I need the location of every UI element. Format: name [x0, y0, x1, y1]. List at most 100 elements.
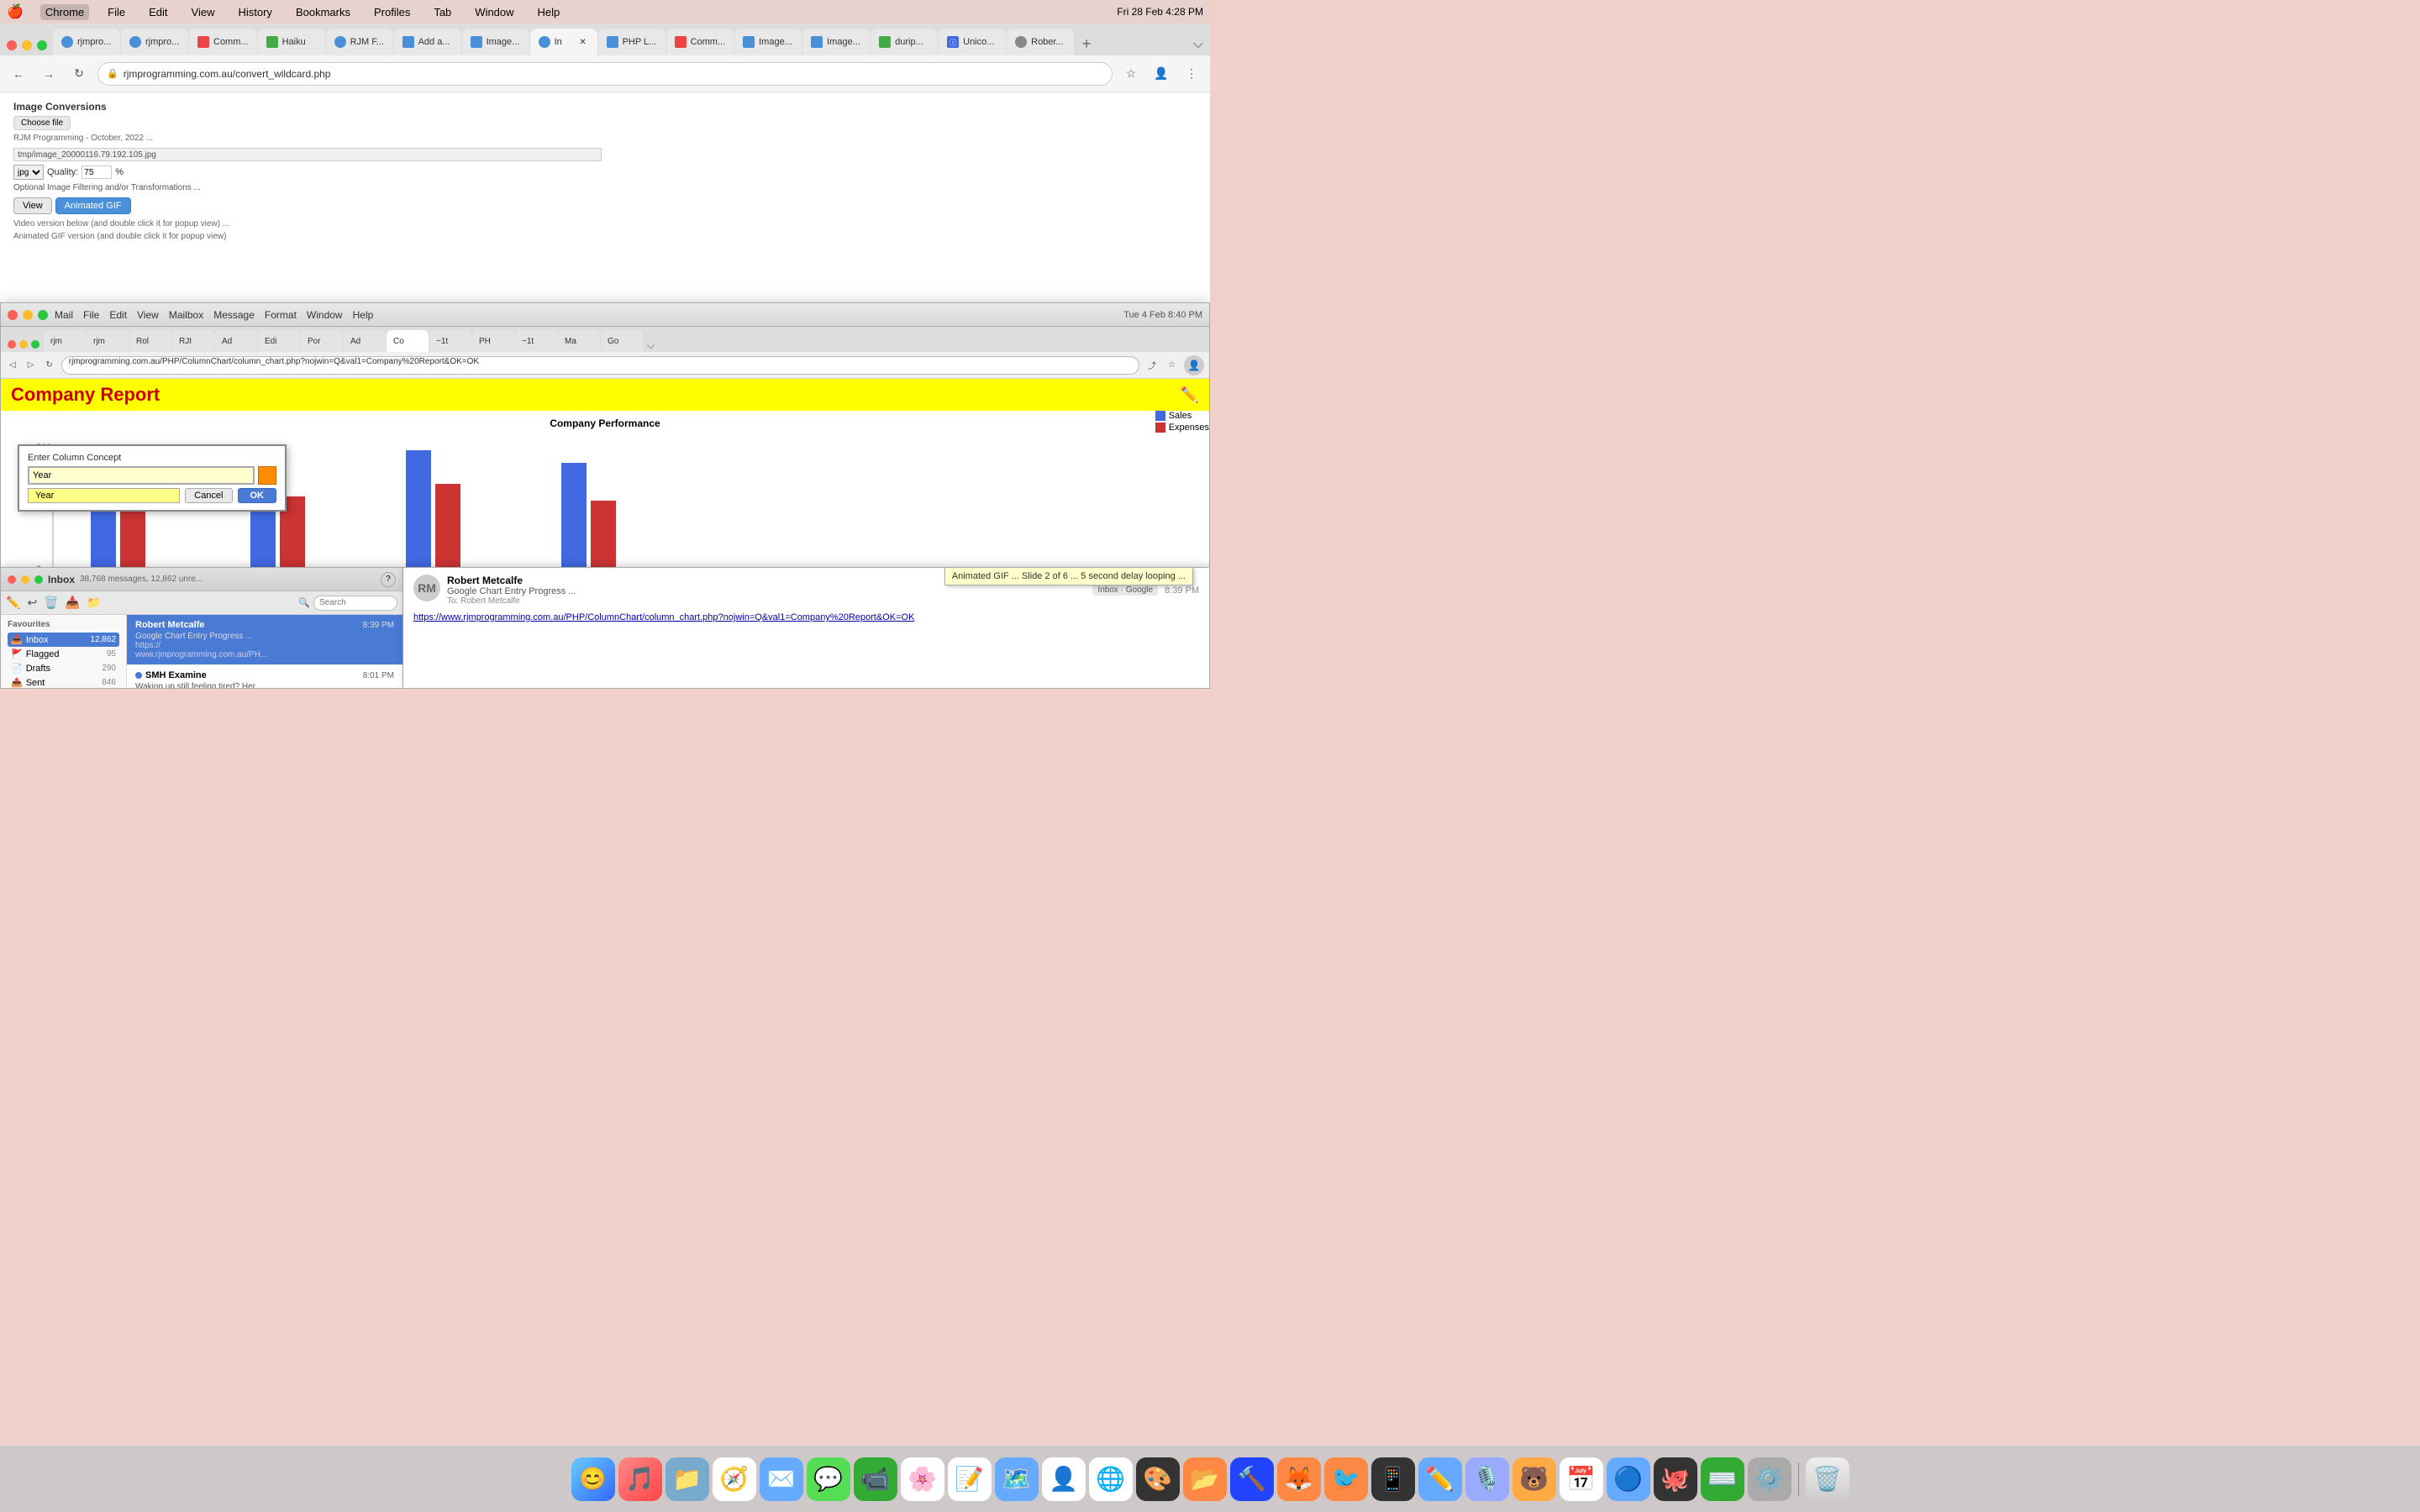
dock-contacts[interactable]: 👤	[1042, 1457, 1086, 1501]
refresh-button[interactable]: ↻	[67, 62, 91, 86]
mail-menu-help[interactable]: Help	[353, 309, 374, 321]
mail-tl-close[interactable]	[8, 310, 18, 320]
move-icon[interactable]: 📁	[87, 596, 101, 610]
sidebar-item-drafts[interactable]: 📄 Drafts 290	[8, 661, 119, 675]
mail-panel-tl-close[interactable]	[8, 575, 16, 584]
menu-item-help[interactable]: Help	[533, 4, 566, 20]
profile-button[interactable]: 👤	[1150, 62, 1173, 86]
mail-menu-window[interactable]: Window	[307, 309, 343, 321]
tab-rjm1[interactable]: rjmpro...	[53, 29, 120, 55]
traffic-light-minimize[interactable]	[22, 40, 32, 50]
mail-panel-tl-min[interactable]	[21, 575, 29, 584]
dock-settings[interactable]: ⚙️	[1748, 1457, 1791, 1501]
inner-address-bar[interactable]: rjmprogramming.com.au/PHP/ColumnChart/co…	[61, 356, 1139, 375]
dock-github[interactable]: 🐙	[1654, 1457, 1697, 1501]
mail-menu-file[interactable]: File	[83, 309, 99, 321]
inner-tab-rji[interactable]: RJI	[172, 330, 214, 352]
dock-mail[interactable]: ✉️	[760, 1457, 803, 1501]
address-bar[interactable]: 🔒 rjmprogramming.com.au/convert_wildcard…	[97, 62, 1113, 86]
view-button[interactable]: View	[13, 197, 52, 214]
mail-menu-mail[interactable]: Mail	[55, 309, 73, 321]
inner-tab-rjm1[interactable]: rjm	[44, 330, 86, 352]
tab-unico[interactable]: ⓘ Unico...	[939, 29, 1006, 55]
mail-menu-edit[interactable]: Edit	[109, 309, 127, 321]
dock-firefox[interactable]: 🦊	[1277, 1457, 1321, 1501]
menu-item-profiles[interactable]: Profiles	[369, 4, 415, 20]
dock-photos[interactable]: 🌸	[901, 1457, 944, 1501]
mail-menu-mailbox[interactable]: Mailbox	[169, 309, 203, 321]
inner-back[interactable]: ◁	[6, 359, 19, 371]
quality-input[interactable]	[82, 165, 112, 179]
dock-terminal[interactable]: ⌨️	[1701, 1457, 1744, 1501]
dock-reminders[interactable]: 📝	[948, 1457, 992, 1501]
inner-tab-edi[interactable]: Edi	[258, 330, 300, 352]
inner-tl-full[interactable]	[31, 340, 39, 349]
dialog-ok-button[interactable]: OK	[238, 488, 277, 503]
tab-phpl[interactable]: PHP L...	[598, 29, 666, 55]
dock-maps[interactable]: 🗺️	[995, 1457, 1039, 1501]
dock-xcode[interactable]: 🔨	[1230, 1457, 1274, 1501]
dock-zoom[interactable]: 🔵	[1607, 1457, 1650, 1501]
tab-rober[interactable]: Rober...	[1007, 29, 1074, 55]
inner-tab-ad1[interactable]: Ad	[215, 330, 257, 352]
delete-icon[interactable]: 🗑️	[44, 596, 58, 610]
email-url-link[interactable]: https://www.rjmprogramming.com.au/PHP/Co…	[413, 612, 1199, 622]
tab-durip[interactable]: durip...	[871, 29, 938, 55]
mail-menu-format[interactable]: Format	[265, 309, 297, 321]
menu-item-edit[interactable]: Edit	[144, 4, 172, 20]
inner-tl-min[interactable]	[19, 340, 28, 349]
dock-messages[interactable]: 💬	[807, 1457, 850, 1501]
forward-button[interactable]: →	[37, 62, 60, 86]
inner-tab-go[interactable]: Go	[601, 330, 643, 352]
mail-item-smh[interactable]: SMH Examine 8:01 PM Waking up still feel…	[127, 665, 402, 688]
mail-panel-tl-full[interactable]	[34, 575, 43, 584]
inner-tab-co[interactable]: Co	[387, 330, 429, 352]
tab-image2[interactable]: Image...	[734, 29, 802, 55]
mail-search-input[interactable]	[313, 596, 397, 611]
inner-tab-rol[interactable]: Rol	[129, 330, 171, 352]
archive-icon[interactable]: 📥	[66, 596, 80, 610]
inner-share[interactable]: ⤴	[1144, 357, 1160, 373]
traffic-light-fullscreen[interactable]	[37, 40, 47, 50]
inner-tab-1t1[interactable]: ~1t	[429, 330, 471, 352]
tab-comm2[interactable]: Comm...	[666, 29, 734, 55]
sidebar-item-inbox[interactable]: 📥 Inbox 12,862	[8, 633, 119, 647]
choose-file-button[interactable]: Choose file	[13, 116, 71, 130]
sidebar-item-sent[interactable]: 📤 Sent 846	[8, 675, 119, 688]
menu-item-tab[interactable]: Tab	[429, 4, 456, 20]
dock-finder[interactable]: 😊	[571, 1457, 615, 1501]
dock-music[interactable]: 🎵	[618, 1457, 662, 1501]
dock-bezel[interactable]: 📱	[1371, 1457, 1415, 1501]
inner-tl-close[interactable]	[8, 340, 16, 349]
dock-figma[interactable]: 🎨	[1136, 1457, 1180, 1501]
mail-help-icon[interactable]: ?	[381, 572, 396, 587]
tab-adda[interactable]: Add a...	[394, 29, 461, 55]
inner-tab-ad2[interactable]: Ad	[344, 330, 386, 352]
dock-bear[interactable]: 🐻	[1512, 1457, 1556, 1501]
traffic-light-close[interactable]	[7, 40, 17, 50]
tab-close-active[interactable]: ✕	[577, 36, 589, 48]
apple-menu[interactable]: 🍎	[7, 3, 24, 20]
mail-tl-min[interactable]	[23, 310, 33, 320]
inner-tab-rjm2[interactable]: rjm	[87, 330, 129, 352]
menu-item-window[interactable]: Window	[470, 4, 518, 20]
reply-icon[interactable]: ↩	[27, 596, 37, 610]
menu-item-chrome[interactable]: Chrome	[40, 4, 89, 20]
inner-refresh[interactable]: ↻	[42, 359, 55, 371]
dialog-input[interactable]	[28, 466, 255, 485]
dock-filezilla[interactable]: 📂	[1183, 1457, 1227, 1501]
url-text[interactable]: rjmprogramming.com.au/convert_wildcard.p…	[124, 68, 331, 80]
tab-image1[interactable]: Image...	[462, 29, 529, 55]
inner-profile[interactable]: 👤	[1184, 355, 1204, 375]
dock-facetime[interactable]: 📹	[854, 1457, 897, 1501]
inner-tab-ph[interactable]: PH	[472, 330, 514, 352]
dock-calendar[interactable]: 📅	[1560, 1457, 1603, 1501]
inner-tab-por[interactable]: Por	[301, 330, 343, 352]
dock-chrome[interactable]: 🌐	[1089, 1457, 1133, 1501]
animated-gif-button[interactable]: Animated GIF	[55, 197, 131, 214]
menu-item-view[interactable]: View	[187, 4, 220, 20]
bookmark-button[interactable]: ☆	[1119, 62, 1143, 86]
menu-item-file[interactable]: File	[103, 4, 130, 20]
menu-item-bookmarks[interactable]: Bookmarks	[291, 4, 355, 20]
tab-rjmf[interactable]: RJM F...	[326, 29, 393, 55]
